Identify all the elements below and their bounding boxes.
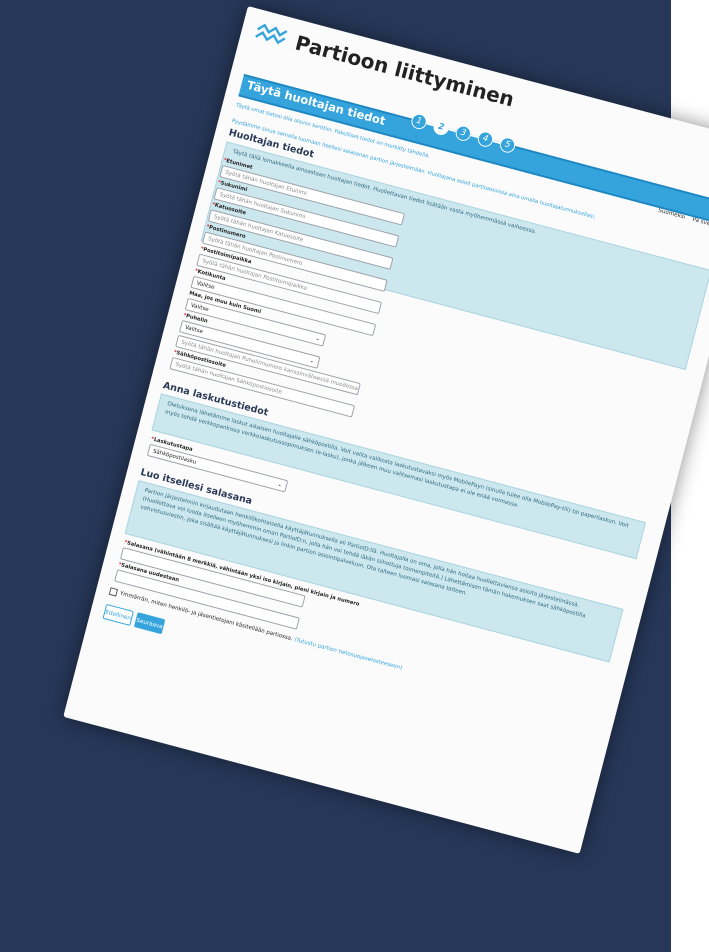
step-title: Täytä huoltajan tiedot	[245, 78, 387, 128]
chevron-down-icon: ⌄	[276, 480, 283, 489]
step-indicator: 1 2 3 4 5	[409, 112, 517, 155]
chevron-down-icon: ⌄	[314, 334, 321, 343]
step-4-circle: 4	[476, 129, 495, 149]
previous-button[interactable]: Edellinen	[102, 603, 135, 626]
consent-checkbox[interactable]	[108, 587, 119, 597]
waves-logo-icon	[253, 21, 290, 50]
next-button[interactable]: Seuraava	[133, 612, 166, 635]
registration-form-page: Partioon liittyminen Suomeksi På svenska…	[63, 6, 709, 854]
step-2-circle-active: 2	[431, 118, 451, 137]
step-5-circle: 5	[498, 135, 517, 155]
privacy-policy-link[interactable]: (Tutustu partion tietosuojaselosteeseen)	[293, 637, 402, 671]
step-1-circle: 1	[409, 112, 429, 131]
chevron-down-icon: ⌄	[308, 357, 316, 365]
step-3-circle: 3	[454, 123, 473, 143]
